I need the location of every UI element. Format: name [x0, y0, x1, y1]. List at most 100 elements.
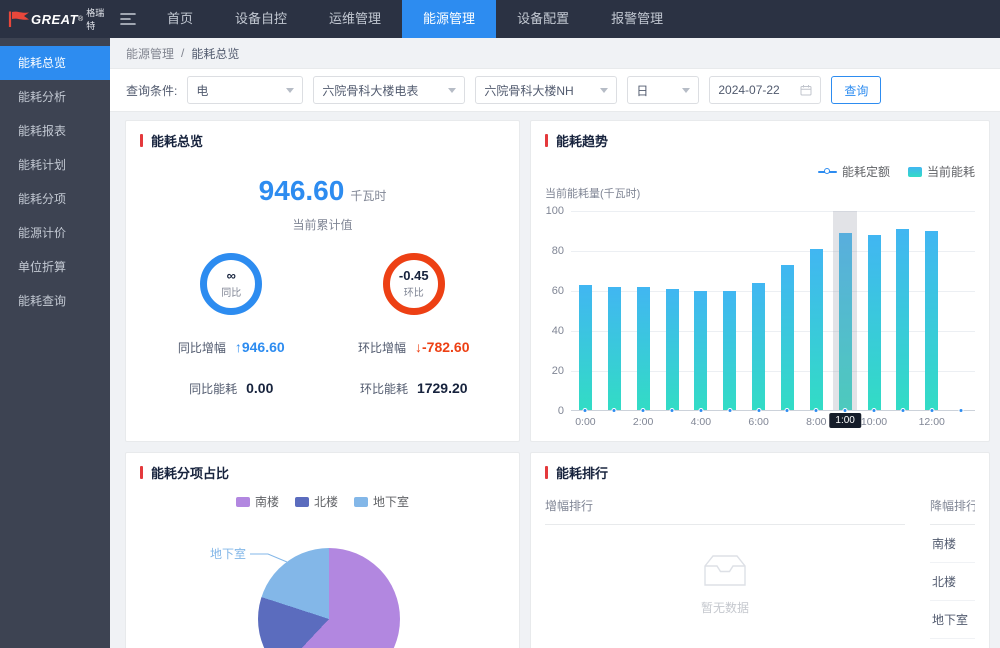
total-kwh-unit: 千瓦时	[350, 187, 386, 204]
y-axis-tick: 0	[558, 405, 564, 417]
quota-dot	[900, 408, 905, 413]
empty-state: 暂无数据	[545, 551, 905, 616]
yoy-growth-value: ↑946.60	[235, 339, 285, 355]
bar-column[interactable]	[773, 211, 802, 410]
growth-row: 同比增幅 ↑946.60 环比增幅 ↓-782.60	[140, 339, 505, 356]
trend-plot[interactable]: 1:00	[571, 211, 975, 411]
title-accent-bar	[140, 466, 143, 479]
collapse-menu-icon[interactable]	[110, 0, 146, 38]
energy-bar	[579, 285, 592, 410]
sidebar-item-energy-report[interactable]: 能耗报表	[0, 114, 110, 148]
x-axis-label: 0:00	[571, 416, 600, 428]
title-accent-bar	[545, 134, 548, 147]
quota-dot	[612, 408, 617, 413]
chevron-down-icon	[600, 88, 608, 93]
up-arrow-icon: ↑	[235, 339, 242, 355]
mom-energy: 环比能耗 1729.20	[323, 380, 506, 397]
energy-bar	[896, 229, 909, 410]
bar-column[interactable]	[831, 211, 860, 410]
energy-type-select[interactable]: 电	[187, 76, 303, 104]
breadcrumb: 能源管理 / 能耗总览	[110, 38, 1000, 68]
no-data-text: 暂无数据	[701, 599, 749, 616]
nav-item-device-config[interactable]: 设备配置	[496, 0, 590, 38]
date-value: 2024-07-22	[718, 83, 779, 97]
bar-column[interactable]	[715, 211, 744, 410]
legend-south-building[interactable]: 南楼	[236, 493, 279, 510]
breakdown-card-title: 能耗分项占比	[151, 463, 229, 482]
chevron-down-icon	[448, 88, 456, 93]
bar-column[interactable]	[860, 211, 889, 410]
sidebar-item-energy-query[interactable]: 能耗查询	[0, 284, 110, 318]
date-picker[interactable]: 2024-07-22	[709, 76, 821, 104]
ranking-card-body: 增幅排行 暂无数据 降幅排行 南楼 北楼 地下室	[531, 491, 989, 648]
bar-column[interactable]	[946, 211, 975, 410]
quota-dot	[641, 408, 646, 413]
trend-x-labels: 0:002:004:006:008:0010:0012:00	[571, 416, 975, 428]
pie-label-basement: 地下室	[210, 546, 246, 561]
legend-basement[interactable]: 地下室	[354, 493, 409, 510]
north-building-swatch	[295, 497, 309, 507]
basement-leader-line	[250, 554, 287, 562]
yoy-ring-label: 同比	[221, 284, 241, 299]
nav-item-ops-management[interactable]: 运维管理	[308, 0, 402, 38]
legend-quota[interactable]: 能耗定额	[818, 163, 890, 180]
bar-column[interactable]	[658, 211, 687, 410]
nav-item-alarm-management[interactable]: 报警管理	[590, 0, 684, 38]
rank-item-south: 南楼	[930, 525, 975, 563]
sidebar-item-energy-plan[interactable]: 能耗计划	[0, 148, 110, 182]
legend-north-building[interactable]: 北楼	[295, 493, 338, 510]
title-accent-bar	[545, 466, 548, 479]
bar-column[interactable]	[571, 211, 600, 410]
y-axis-tick: 60	[552, 285, 564, 297]
basement-swatch	[354, 497, 368, 507]
bar-column[interactable]	[802, 211, 831, 410]
quota-dot	[698, 408, 703, 413]
bar-column[interactable]	[600, 211, 629, 410]
yoy-ring: ∞ 同比	[200, 253, 262, 315]
mom-ring-label: 环比	[404, 284, 424, 299]
top-navbar: GREAT® 格瑞特 首页 设备自控 运维管理 能源管理 设备配置 报警管理	[0, 0, 1000, 38]
bar-column[interactable]	[744, 211, 773, 410]
building-value: 六院骨科大楼NH	[484, 82, 573, 99]
trend-chart: 100806040200 1:00	[545, 211, 975, 411]
bar-column[interactable]	[629, 211, 658, 410]
query-button[interactable]: 查询	[831, 76, 881, 104]
nav-item-home[interactable]: 首页	[146, 0, 214, 38]
meter-select[interactable]: 六院骨科大楼电表	[313, 76, 465, 104]
chevron-down-icon	[286, 88, 294, 93]
energy-ranking-card: 能耗排行 增幅排行 暂无数据 降	[530, 452, 990, 648]
overview-card-body: 946.60 千瓦时 当前累计值 ∞ 同比 -0.45 环比	[126, 159, 519, 441]
yoy-growth-label: 同比增幅	[178, 339, 226, 356]
x-axis-label: 12:00	[917, 416, 946, 428]
energy-bar	[781, 265, 794, 410]
yoy-energy: 同比能耗 0.00	[140, 380, 323, 397]
sidebar-item-energy-pricing[interactable]: 能源计价	[0, 216, 110, 250]
legend-current[interactable]: 当前能耗	[908, 163, 975, 180]
period-select[interactable]: 日	[627, 76, 699, 104]
building-select[interactable]: 六院骨科大楼NH	[475, 76, 617, 104]
nav-item-device-autocontrol[interactable]: 设备自控	[214, 0, 308, 38]
current-total-value: 946.60 千瓦时	[140, 175, 505, 207]
ranking-card-title: 能耗排行	[556, 463, 608, 482]
mom-ring: -0.45 环比	[383, 253, 445, 315]
nav-item-energy-management[interactable]: 能源管理	[402, 0, 496, 38]
bar-column[interactable]	[888, 211, 917, 410]
bar-column[interactable]	[917, 211, 946, 410]
sidebar-item-energy-analysis[interactable]: 能耗分析	[0, 80, 110, 114]
ranking-card-header: 能耗排行	[531, 453, 989, 491]
trend-card-title: 能耗趋势	[556, 131, 608, 150]
sidebar-item-unit-conversion[interactable]: 单位折算	[0, 250, 110, 284]
trend-y-axis: 100806040200	[545, 205, 571, 417]
increase-ranking-header: 增幅排行	[545, 497, 905, 525]
chevron-down-icon	[682, 88, 690, 93]
y-axis-tick: 80	[552, 245, 564, 257]
increase-ranking-column: 增幅排行 暂无数据	[545, 497, 905, 639]
sidebar-item-energy-overview[interactable]: 能耗总览	[0, 46, 110, 80]
breadcrumb-parent[interactable]: 能源管理	[126, 45, 174, 62]
bar-column[interactable]	[686, 211, 715, 410]
sidebar-item-energy-breakdown[interactable]: 能耗分项	[0, 182, 110, 216]
period-value: 日	[636, 82, 648, 99]
energy-bar	[637, 287, 650, 410]
energy-bar	[752, 283, 765, 410]
energy-trend-card: 能耗趋势 能耗定额 当前能耗 当前能耗量(千瓦时) 100806040200	[530, 120, 990, 442]
